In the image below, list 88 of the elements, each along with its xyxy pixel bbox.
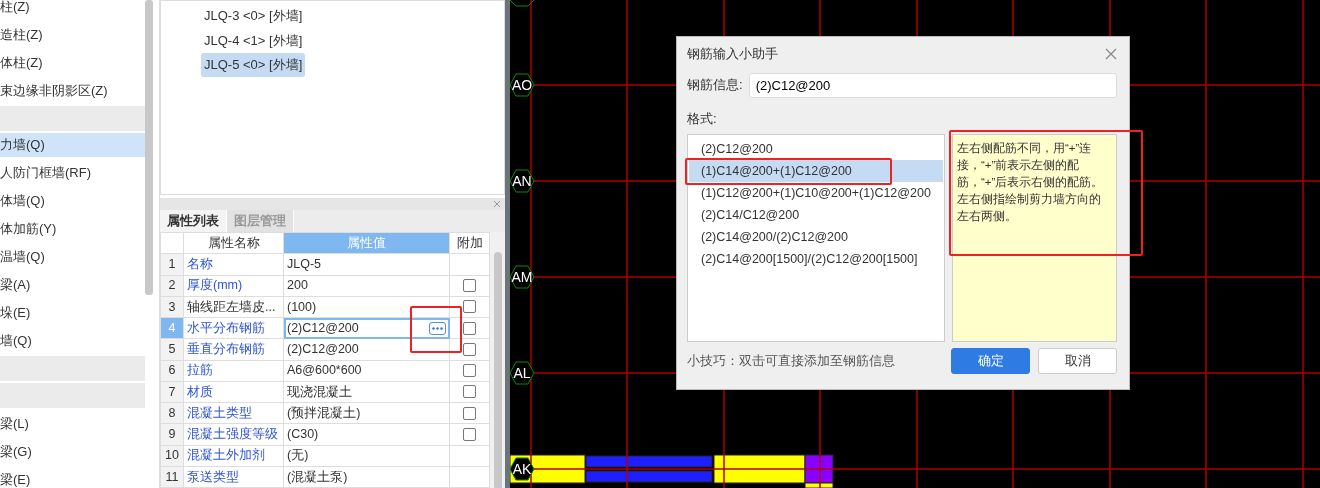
- sidebar-item[interactable]: 墙(Q): [0, 327, 145, 355]
- close-icon[interactable]: [1105, 48, 1117, 60]
- axis-label: AK: [510, 457, 535, 481]
- format-item[interactable]: (2)C14/C12@200: [689, 203, 943, 226]
- format-item[interactable]: (2)C12@200: [689, 137, 943, 160]
- row-number[interactable]: 11: [160, 466, 184, 488]
- dialog-title: 钢筋输入小助手: [687, 45, 778, 64]
- tree-item[interactable]: JLQ-4 <1> [外墙]: [201, 28, 306, 52]
- sidebar-item[interactable]: 人防门框墙(RF): [0, 159, 145, 187]
- field-label: 钢筋信息:: [687, 76, 743, 95]
- sidebar-item[interactable]: 力墙(Q): [0, 133, 145, 157]
- format-item[interactable]: (2)C14@200/(2)C12@200: [689, 225, 943, 248]
- ok-button[interactable]: 确定: [951, 347, 1030, 374]
- row-number[interactable]: 7: [160, 381, 184, 403]
- tree-item[interactable]: JLQ-3 <0> [外墙]: [201, 4, 306, 28]
- property-name: 混凝土强度等级: [183, 423, 284, 445]
- sidebar-item[interactable]: 梁(L): [0, 410, 145, 438]
- rebar-info-field[interactable]: (2)C12@200: [748, 72, 1117, 98]
- sidebar-item[interactable]: 温墙(Q): [0, 243, 145, 271]
- property-value: (100): [287, 299, 317, 314]
- property-value: (2)C12@200: [287, 342, 359, 356]
- scrollbar-thumb[interactable]: [494, 252, 502, 488]
- property-name: 垂直分布钢筋: [183, 338, 284, 360]
- sidebar-item[interactable]: 体墙(Q): [0, 187, 145, 215]
- column-header[interactable]: 属性名称: [183, 232, 284, 254]
- axis-label: AN: [510, 169, 535, 193]
- axis-label: AO: [510, 73, 535, 97]
- section-label: 格式:: [687, 110, 718, 128]
- checkbox[interactable]: [463, 406, 476, 420]
- checkbox[interactable]: [463, 427, 476, 441]
- row-number[interactable]: 3: [160, 296, 184, 318]
- property-value: (预拌混凝土): [287, 405, 361, 420]
- sidebar-item[interactable]: 体加筋(Y): [0, 215, 145, 243]
- axis-label: AL: [510, 361, 535, 385]
- property-value: A6@600*600: [287, 363, 362, 378]
- checkbox[interactable]: [463, 279, 476, 293]
- property-value: (C30): [287, 427, 319, 441]
- property-value: JLQ-5: [287, 257, 322, 271]
- property-name: 拉筋: [183, 360, 284, 382]
- splitter-handle[interactable]: [505, 0, 510, 488]
- property-name: 水平分布钢筋: [183, 317, 284, 339]
- sidebar-item[interactable]: 垛(E): [0, 299, 145, 327]
- sidebar-item[interactable]: 梁(A): [0, 271, 145, 299]
- property-value: (无): [287, 448, 309, 463]
- format-description: 左右侧配筋不同，用“+”连接，“+”前表示左侧的配筋，“+”后表示右侧的配筋。左右侧指绘制剪力墙方向的左右两侧。: [952, 133, 1117, 342]
- property-name: 材质: [183, 381, 284, 403]
- property-name: 轴线距左墙皮...: [183, 296, 284, 318]
- tab[interactable]: 属性列表: [160, 210, 227, 232]
- close-icon[interactable]: [493, 200, 501, 208]
- row-number[interactable]: 9: [160, 423, 184, 445]
- checkbox[interactable]: [463, 300, 476, 314]
- property-value: 现浇混凝土: [287, 384, 352, 399]
- property-name: 厚度(mm): [183, 275, 284, 297]
- axis-bubble-icon: [510, 0, 535, 7]
- sidebar-item[interactable]: 造柱(Z): [0, 21, 145, 49]
- scrollbar-thumb[interactable]: [145, 0, 153, 295]
- sidebar-item[interactable]: 柱(Z): [0, 0, 145, 21]
- cancel-button[interactable]: 取消: [1038, 347, 1117, 374]
- checkbox[interactable]: [463, 364, 476, 378]
- sidebar-item[interactable]: 体柱(Z): [0, 49, 145, 77]
- checkbox[interactable]: [463, 321, 476, 335]
- property-name: 泵送类型: [183, 466, 284, 488]
- row-number[interactable]: 5: [160, 338, 184, 360]
- format-item[interactable]: (1)C12@200+(1)C10@200+(1)C12@200: [689, 181, 943, 204]
- column-header[interactable]: 附加: [449, 232, 490, 254]
- property-value: 200: [287, 278, 308, 293]
- property-name: 混凝土类型: [183, 402, 284, 424]
- ellipsis-icon: [432, 326, 443, 330]
- sidebar-item[interactable]: 梁(G): [0, 438, 145, 466]
- row-number[interactable]: 6: [160, 360, 184, 382]
- property-name: 混凝土外加剂: [183, 445, 284, 467]
- format-item[interactable]: (2)C14@200[1500]/(2)C12@200[1500]: [689, 247, 943, 270]
- sidebar-item[interactable]: 梁(E): [0, 466, 145, 488]
- axis-label: AM: [510, 265, 535, 289]
- format-item[interactable]: (1)C14@200+(1)C12@200: [689, 159, 943, 182]
- annotation-rectangle: [410, 306, 462, 353]
- row-number[interactable]: 1: [160, 253, 184, 275]
- tree-item[interactable]: JLQ-5 <0> [外墙]: [201, 53, 306, 77]
- tip-text: 小技巧：双击可直接添加至钢筋信息: [687, 351, 896, 370]
- row-number[interactable]: 2: [160, 275, 184, 297]
- checkbox[interactable]: [463, 342, 476, 356]
- row-number[interactable]: 8: [160, 402, 184, 424]
- row-number[interactable]: 10: [160, 445, 184, 467]
- property-value: (混凝土泵): [287, 469, 348, 484]
- property-name: 名称: [183, 253, 284, 275]
- more-button[interactable]: [429, 321, 446, 335]
- checkbox[interactable]: [463, 385, 476, 399]
- sidebar-item[interactable]: 束边缘非阴影区(Z): [0, 77, 145, 105]
